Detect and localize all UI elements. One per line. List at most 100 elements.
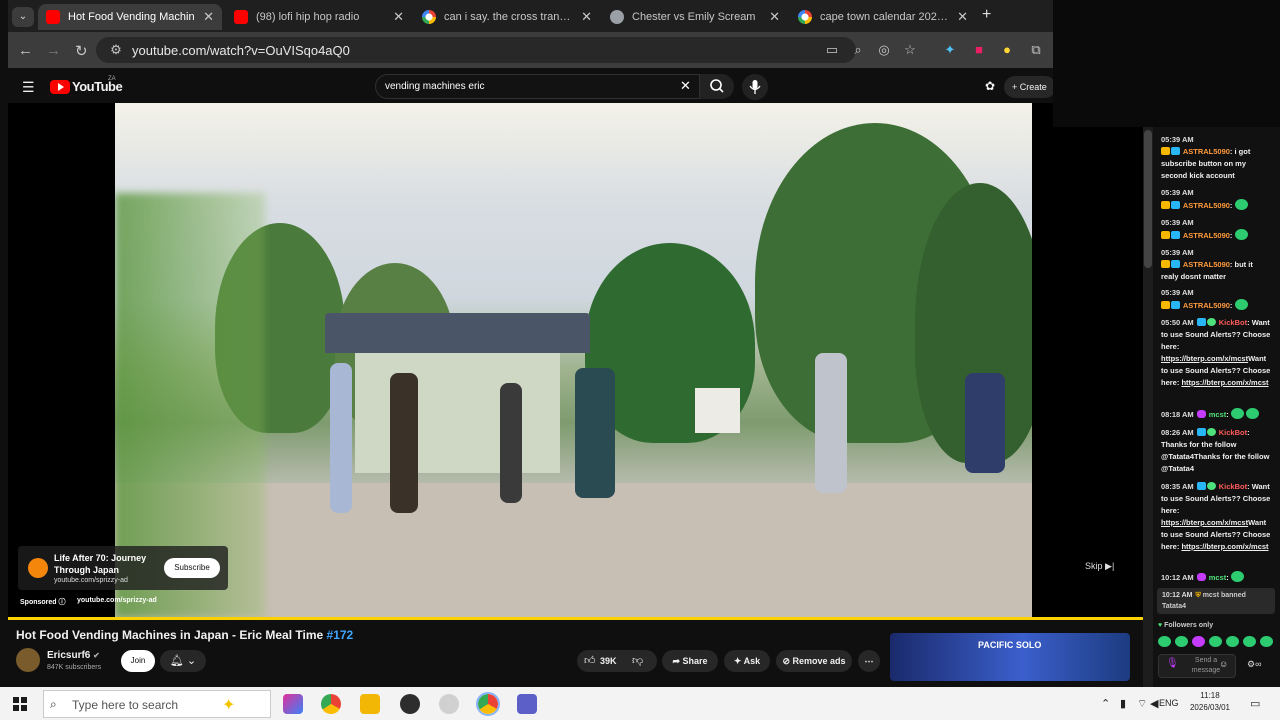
hype-icon[interactable]: ✿ [985, 79, 995, 93]
ad-channel-icon[interactable] [28, 558, 48, 578]
volume-icon[interactable]: ◀︎ [1150, 697, 1158, 710]
channel-name-text[interactable]: Ericsurf6 [47, 650, 90, 661]
back-arrow-icon[interactable]: ← [18, 42, 33, 59]
reload-icon[interactable]: ↻ [75, 42, 88, 60]
chat-username[interactable]: ASTRAL5090 [1183, 231, 1230, 240]
ad-progress-bar[interactable] [8, 617, 1143, 620]
video-title-text: Hot Food Vending Machines in Japan - Eri… [16, 628, 324, 642]
chat-username[interactable]: ASTRAL5090 [1183, 147, 1230, 156]
puzzle-extensions-icon[interactable]: ⧉ [1028, 42, 1044, 58]
thumbs-up-icon[interactable]: 👍︎ [584, 654, 596, 667]
clear-search-icon[interactable]: ✕ [680, 78, 691, 94]
chat-link[interactable]: https://bterp.com/x/mcst [1161, 354, 1248, 363]
video-frame[interactable] [115, 103, 1032, 618]
chat-username[interactable]: KickBot [1219, 482, 1247, 491]
wifi-icon[interactable]: ⌔ [1137, 697, 1147, 711]
tab-hot-food[interactable]: Hot Food Vending Machin ✕ [38, 4, 222, 30]
share-button[interactable]: ➦ Share [662, 650, 718, 672]
site-info-icon[interactable]: ⚙ [108, 42, 124, 58]
emote-icon[interactable] [1209, 636, 1222, 647]
emote-icon[interactable] [1158, 636, 1171, 647]
tab-cross-transference[interactable]: can i say. the cross transferenc ✕ [414, 4, 600, 30]
chat-username[interactable]: KickBot [1219, 428, 1247, 437]
channel-avatar[interactable] [16, 648, 40, 672]
chat-username[interactable]: mcst [1209, 410, 1227, 419]
chrome-active-icon[interactable] [476, 692, 500, 716]
chat-username[interactable]: ASTRAL5090 [1183, 260, 1230, 269]
join-button[interactable]: Join [121, 650, 155, 672]
chat-username[interactable]: ASTRAL5090 [1183, 301, 1230, 310]
emote-icon[interactable] [1260, 636, 1273, 647]
voice-search-button[interactable] [742, 74, 768, 100]
more-options-button[interactable]: ⋯ [858, 650, 880, 672]
chat-username[interactable]: KickBot [1219, 318, 1247, 327]
obs-icon[interactable] [400, 694, 420, 714]
new-tab-button[interactable]: + [982, 6, 991, 24]
like-count[interactable]: 39K [600, 656, 617, 666]
remove-ads-button[interactable]: ⊘ Remove ads [776, 650, 852, 672]
youtube-logo-icon[interactable] [50, 80, 70, 94]
close-icon[interactable]: ✕ [203, 9, 214, 25]
ad-title[interactable]: Life After 70: Journey Through Japan [54, 552, 158, 576]
zoom-icon[interactable]: ⌕ [850, 42, 866, 58]
extension-icon[interactable]: ■ [971, 42, 987, 58]
settings-icon[interactable]: ⚙∞ [1247, 659, 1261, 670]
language-indicator[interactable]: ENG [1159, 698, 1179, 708]
close-icon[interactable]: ✕ [957, 9, 968, 25]
eye-off-icon[interactable]: ◎ [876, 42, 892, 58]
channel-name[interactable]: Ericsurf6 ✔ [47, 650, 100, 661]
chat-scrollbar-thumb[interactable] [1144, 130, 1152, 268]
skip-ad-button[interactable]: Skip ▶| [1085, 561, 1114, 572]
copilot-icon[interactable] [283, 694, 303, 714]
emote-icon[interactable] [1243, 636, 1256, 647]
tab-cape-town[interactable]: cape town calendar 2026 febru ✕ [790, 4, 976, 30]
sub-badge-icon [1171, 201, 1180, 209]
close-icon[interactable]: ✕ [769, 9, 780, 25]
battery-icon[interactable]: ▮ [1120, 697, 1126, 710]
teams-icon[interactable] [517, 694, 537, 714]
info-icon[interactable]: ⓘ [59, 599, 66, 606]
ask-button[interactable]: ✦ Ask [724, 650, 770, 672]
app-icon[interactable] [439, 694, 459, 714]
taskbar-search-placeholder[interactable]: Type here to search [72, 698, 178, 712]
windows-start-icon[interactable] [13, 697, 27, 711]
hamburger-menu-icon[interactable]: ☰ [22, 79, 35, 96]
url-text[interactable]: youtube.com/watch?v=OuVISqo4aQ0 [132, 43, 350, 58]
emote-icon[interactable] [1192, 636, 1205, 647]
ad-url[interactable]: youtube.com/sprizzy-ad [54, 577, 128, 584]
chat-link[interactable]: https://bterp.com/x/mcst [1181, 542, 1268, 551]
emote-icon[interactable] [1175, 636, 1188, 647]
extension-icon[interactable]: ● [999, 42, 1015, 58]
create-button[interactable]: + Create [1004, 76, 1056, 98]
chat-link[interactable]: https://bterp.com/x/mcst [1181, 378, 1268, 387]
extension-icon[interactable]: ✦ [942, 42, 958, 58]
video-hashtag[interactable]: #172 [327, 628, 354, 642]
clock[interactable]: 11:18 2026/03/01 [1188, 690, 1232, 714]
chat-link[interactable]: https://bterp.com/x/mcst [1161, 518, 1248, 527]
emoji-icon[interactable]: ☺ [1219, 659, 1228, 669]
search-button[interactable] [700, 74, 734, 99]
ad-subscribe-button[interactable]: Subscribe [164, 558, 220, 578]
tab-chester-emily[interactable]: Chester vs Emily Scream ✕ [602, 4, 788, 30]
bookmark-star-icon[interactable]: ☆ [902, 42, 918, 58]
sponsored-url[interactable]: youtube.com/sprizzy-ad [77, 597, 157, 604]
notification-bell-button[interactable]: 🔔︎ ⌄ [160, 650, 206, 672]
banner-ad-text[interactable]: PACIFIC SOLO [978, 640, 1041, 650]
chat-username[interactable]: ASTRAL5090 [1183, 201, 1230, 210]
tab-search-button[interactable]: ⌄ [12, 7, 34, 27]
mic-icon[interactable]: 🎙︎ [1166, 658, 1179, 669]
thumbs-down-icon[interactable]: 👎︎ [632, 654, 643, 667]
notification-icon[interactable]: ▭ [1250, 697, 1260, 710]
chat-username[interactable]: mcst [1209, 573, 1227, 582]
emote-icon[interactable] [1226, 636, 1239, 647]
forward-arrow-icon[interactable]: → [46, 42, 61, 59]
close-icon[interactable]: ✕ [581, 9, 592, 25]
search-query[interactable]: vending machines eric [385, 81, 485, 92]
tab-lofi[interactable]: (98) lofi hip hop radio ✕ [226, 4, 412, 30]
chat-message: 05:50 AM KickBot: Want to use Sound Aler… [1161, 318, 1271, 387]
chevron-up-icon[interactable]: ⌃ [1101, 697, 1110, 710]
file-explorer-icon[interactable] [360, 694, 380, 714]
cast-icon[interactable]: ▭ [824, 42, 840, 58]
chrome-icon[interactable] [321, 694, 341, 714]
close-icon[interactable]: ✕ [393, 9, 404, 25]
